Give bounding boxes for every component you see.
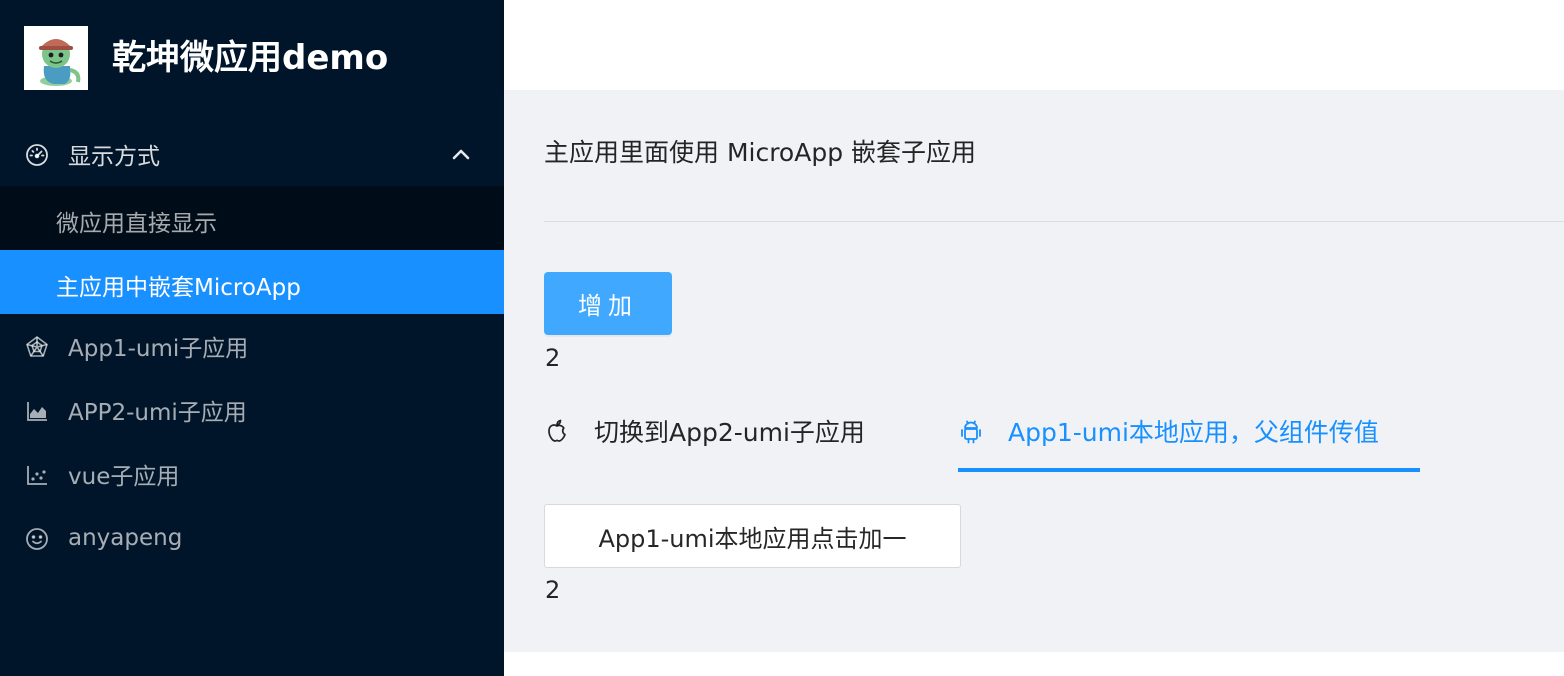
sidebar-item-app2-umi[interactable]: APP2-umi子应用 [0, 378, 504, 442]
submenu-item-label: 主应用中嵌套MicroApp [56, 275, 301, 301]
sidebar-item-app1-umi[interactable]: App1-umi子应用 [0, 314, 504, 378]
tab-active-indicator [958, 468, 1420, 472]
tab-app1-local[interactable]: App1-umi本地应用，父组件传值 [958, 390, 1379, 472]
android-icon [958, 418, 984, 444]
dinosaur-avatar-logo-icon [24, 26, 88, 90]
tabs: 切换到App2-umi子应用 App1-umi本地应用，父组件传值 [544, 390, 1564, 472]
smile-icon [24, 526, 50, 552]
divider [544, 221, 1564, 222]
page-title: 主应用里面使用 MicroApp 嵌套子应用 [544, 138, 977, 167]
submenu-item-nested-microapp[interactable]: 主应用中嵌套MicroApp [0, 250, 504, 314]
sidebar-item-label: anyapeng [68, 525, 183, 551]
footer [504, 652, 1564, 676]
tab-label: 切换到App2-umi子应用 [594, 418, 865, 447]
app-title: 乾坤微应用demo [112, 38, 389, 78]
menu-group-label: 显示方式 [68, 144, 160, 170]
chevron-up-icon [450, 144, 472, 166]
sidebar-item-label: App1-umi子应用 [68, 336, 249, 362]
submenu-item-direct-display[interactable]: 微应用直接显示 [0, 186, 504, 250]
dot-chart-icon [24, 462, 50, 488]
dashboard-icon [24, 142, 50, 168]
sidebar-item-anyapeng[interactable]: anyapeng [0, 506, 504, 570]
counter-value-top: 2 [545, 344, 561, 372]
sidebar-item-label: APP2-umi子应用 [68, 400, 247, 426]
top-header [504, 0, 1564, 90]
counter-value-bottom: 2 [545, 576, 561, 604]
tab-switch-app2[interactable]: 切换到App2-umi子应用 [544, 390, 865, 472]
sidebar: 乾坤微应用demo 显示方式 微应用直接显示 主应用中嵌套MicroApp Ap… [0, 0, 504, 676]
sidebar-item-vue[interactable]: vue子应用 [0, 442, 504, 506]
radar-chart-icon [24, 334, 50, 360]
main-content: 主应用里面使用 MicroApp 嵌套子应用 增加 2 切换到App2-umi子… [504, 90, 1564, 652]
local-increment-button[interactable]: App1-umi本地应用点击加一 [544, 504, 961, 568]
tab-label: App1-umi本地应用，父组件传值 [1008, 418, 1379, 447]
submenu-item-label: 微应用直接显示 [56, 211, 217, 237]
add-button[interactable]: 增加 [544, 272, 672, 335]
sidebar-logo-row[interactable]: 乾坤微应用demo [0, 0, 504, 118]
sidebar-item-label: vue子应用 [68, 464, 180, 490]
apple-icon [544, 418, 570, 444]
area-chart-icon [24, 398, 50, 424]
menu-group-display-mode[interactable]: 显示方式 [0, 122, 504, 186]
